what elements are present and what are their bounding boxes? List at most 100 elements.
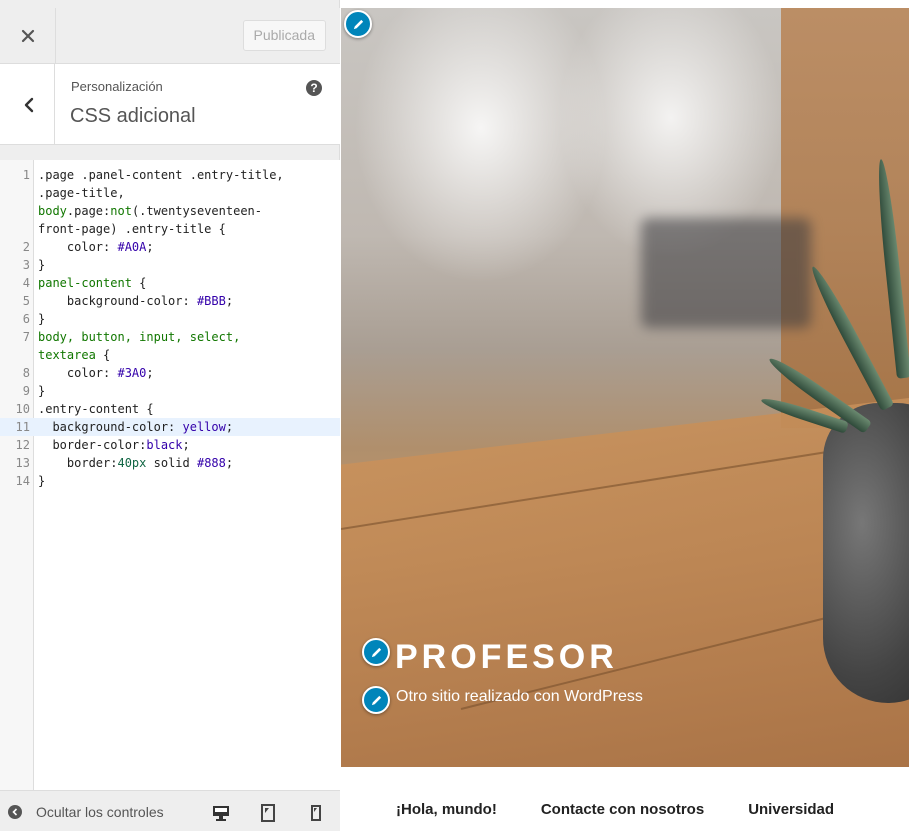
mobile-icon xyxy=(311,805,321,821)
header-image: PROFESOR Otro sitio realizado con WordPr… xyxy=(341,8,909,767)
line-number: 9 xyxy=(22,384,30,398)
device-tablet-button[interactable] xyxy=(258,803,278,823)
code-token: border: xyxy=(38,456,118,470)
code-token: } xyxy=(38,258,46,272)
nav-item-hola-mundo[interactable]: ¡Hola, mundo! xyxy=(396,801,497,818)
line-number: 4 xyxy=(22,276,30,290)
code-lines[interactable]: 1 .page .panel-content .entry-title, .page… xyxy=(0,166,340,490)
line-number: 13 xyxy=(15,456,30,470)
pencil-icon xyxy=(371,647,381,657)
hide-controls-button[interactable]: Ocultar los controles xyxy=(8,791,164,831)
code-line[interactable]: 5 background-color: #BBB; xyxy=(0,292,340,310)
line-number: 3 xyxy=(22,258,30,272)
code-line[interactable]: front-page) .entry-title { xyxy=(0,220,340,238)
code-line[interactable]: .page-title, xyxy=(0,184,340,202)
close-button[interactable] xyxy=(0,8,56,64)
code-token: } xyxy=(38,384,46,398)
code-token: .page: xyxy=(66,204,111,218)
code-token: (.twentyseventeen- xyxy=(131,204,262,218)
pencil-icon xyxy=(371,695,381,705)
site-navigation: ¡Hola, mundo! Contacte con nosotros Univ… xyxy=(341,767,909,831)
code-line[interactable]: 1 .page .panel-content .entry-title, xyxy=(0,166,340,184)
code-token: border-color: xyxy=(38,438,147,452)
code-token: ; xyxy=(225,420,234,434)
code-token: color: xyxy=(38,240,118,254)
code-line[interactable]: 3} xyxy=(0,256,340,274)
help-icon[interactable]: ? xyxy=(306,80,322,96)
code-token: background-color: xyxy=(38,294,197,308)
code-token: ; xyxy=(225,294,234,308)
code-token: front-page) .entry-title { xyxy=(38,222,226,236)
code-line[interactable]: textarea { xyxy=(0,346,340,364)
code-line[interactable]: 13 border:40px solid #888; xyxy=(0,454,340,472)
code-line[interactable]: 7 body, button, input, select, xyxy=(0,328,340,346)
code-token: panel-content xyxy=(38,276,132,290)
code-token: background-color: xyxy=(38,420,183,434)
line-number: 1 xyxy=(22,168,30,182)
plant-pot xyxy=(823,403,909,703)
code-line[interactable]: body.page:not(.twentyseventeen- xyxy=(0,202,340,220)
code-token: body, button, input, select, xyxy=(38,330,241,344)
code-token: body xyxy=(38,204,67,218)
edit-site-description-button[interactable] xyxy=(362,686,390,714)
line-number: 7 xyxy=(22,330,30,344)
pencil-icon xyxy=(353,19,363,29)
code-token: black xyxy=(146,438,183,452)
breadcrumb: Personalización xyxy=(71,79,163,94)
edit-header-button[interactable] xyxy=(344,10,372,38)
line-number: 14 xyxy=(15,474,30,488)
code-token: ; xyxy=(182,438,190,452)
code-token: { xyxy=(131,276,147,290)
device-mobile-button[interactable] xyxy=(306,803,326,823)
code-token: yellow xyxy=(182,420,226,434)
chevron-left-icon xyxy=(24,97,34,112)
back-button[interactable] xyxy=(0,64,55,145)
hide-controls-label: Ocultar los controles xyxy=(36,803,164,820)
publish-button[interactable]: Publicada xyxy=(242,20,326,51)
nav-item-contacte[interactable]: Contacte con nosotros xyxy=(541,801,704,818)
line-number: 11 xyxy=(15,420,30,434)
code-token: } xyxy=(38,474,46,488)
code-token: { xyxy=(95,348,111,362)
line-number: 8 xyxy=(22,366,30,380)
arrow-left-circle-icon xyxy=(8,804,22,819)
line-number: 12 xyxy=(15,438,30,452)
code-line[interactable]: 6} xyxy=(0,310,340,328)
line-number: 2 xyxy=(22,240,30,254)
code-token: textarea xyxy=(38,348,96,362)
customizer-panel: Publicada Personalización CSS adicional … xyxy=(0,0,340,831)
code-line[interactable]: 10 .entry-content { xyxy=(0,400,340,418)
code-token: not xyxy=(110,204,132,218)
line-number: 5 xyxy=(22,294,30,308)
code-token: ; xyxy=(146,240,154,254)
tablet-icon xyxy=(261,804,275,822)
code-line[interactable]: 11 background-color: yellow; xyxy=(0,418,340,436)
code-line[interactable]: 8 color: #3A0; xyxy=(0,364,340,382)
section-header: Personalización CSS adicional ? xyxy=(0,64,340,145)
code-token: ; xyxy=(225,456,234,470)
code-token: .page-title, xyxy=(38,186,125,200)
nav-item-universidad[interactable]: Universidad xyxy=(748,801,834,818)
code-line[interactable]: 2 color: #A0A; xyxy=(0,238,340,256)
code-line[interactable]: 14} xyxy=(0,472,340,490)
code-token: .entry-content { xyxy=(38,402,154,416)
code-token: #3A0 xyxy=(117,366,147,380)
code-token: solid xyxy=(146,456,197,470)
line-number: 6 xyxy=(22,312,30,326)
code-token: #A0A xyxy=(117,240,147,254)
code-line[interactable]: 4 panel-content { xyxy=(0,274,340,292)
code-line[interactable]: 9} xyxy=(0,382,340,400)
css-code-editor[interactable]: 1 .page .panel-content .entry-title, .page… xyxy=(0,160,340,790)
code-token: .page .panel-content .entry-title, xyxy=(38,168,284,182)
line-number: 10 xyxy=(15,402,30,416)
code-line[interactable]: 12 border-color:black; xyxy=(0,436,340,454)
code-token: ; xyxy=(146,366,154,380)
code-token: color: xyxy=(38,366,118,380)
edit-site-title-button[interactable] xyxy=(362,638,390,666)
code-token: } xyxy=(38,312,46,326)
desktop-icon xyxy=(213,806,229,821)
device-desktop-button[interactable] xyxy=(211,803,231,823)
site-preview: PROFESOR Otro sitio realizado con WordPr… xyxy=(341,8,909,831)
customizer-topbar: Publicada xyxy=(0,8,340,64)
site-title[interactable]: PROFESOR xyxy=(395,638,618,677)
